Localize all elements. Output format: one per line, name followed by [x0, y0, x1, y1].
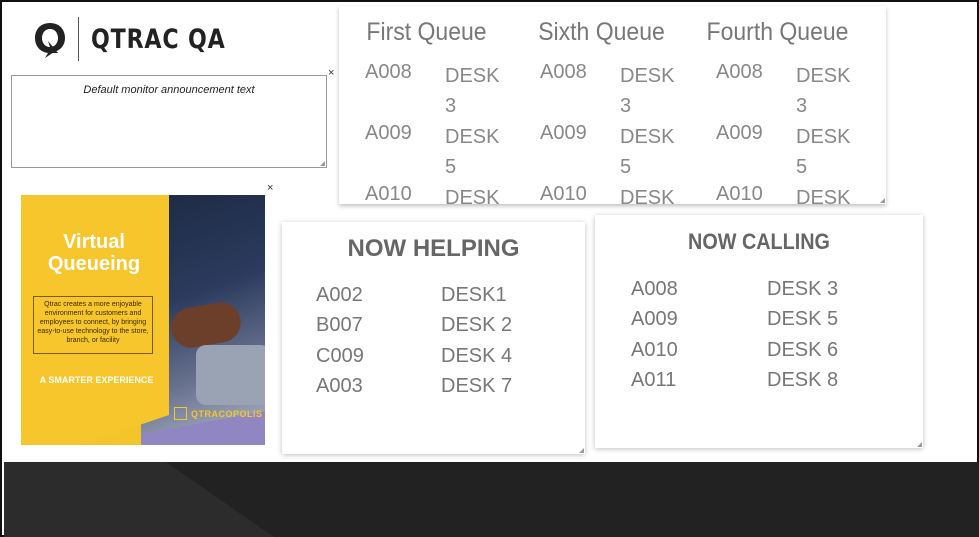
queue-row: A009 DESK 5 [339, 122, 514, 183]
monitor-screen: QTRAC QA Default monitor announcement te… [0, 0, 979, 537]
queue-row: A008 DESK 3 [339, 61, 514, 122]
queue-row: A010 DESK [514, 183, 689, 204]
queue-row: A010 DESK [690, 183, 865, 204]
ad-title-line2: Queueing [47, 253, 141, 275]
ad-body: Qtrac creates a more enjoyable environme… [33, 296, 153, 354]
ticket-number: A009 [540, 122, 587, 144]
resize-handle-icon[interactable] [917, 442, 922, 447]
ticket-number: A002 [316, 284, 363, 306]
queue-column: Sixth Queue A008 DESK 3 A009 DESK 5 A010 DE… [514, 6, 689, 204]
ticket-number: A003 [316, 375, 363, 397]
desk-label: DESK 5 [445, 126, 500, 178]
desk-label: DESK 7 [441, 375, 513, 397]
desk-label: DESK 6 [767, 339, 839, 361]
logo-divider [78, 17, 79, 61]
ticket-number: A010 [540, 183, 587, 204]
resize-handle-icon[interactable] [579, 448, 584, 453]
queue-column: First Queue A008 DESK 3 A009 DESK 5 A010 DE… [339, 6, 514, 204]
logo-text: QTRAC QA [91, 23, 226, 55]
ticket-number: C009 [316, 345, 364, 367]
logo: QTRAC QA [32, 16, 255, 62]
desk-label: DESK 8 [767, 369, 839, 391]
ticket-number: B007 [316, 314, 363, 336]
desk-label: DESK 3 [445, 65, 500, 117]
ad-photo-sleeve [196, 345, 265, 405]
ticket-number: A010 [631, 339, 678, 361]
desk-label: DESK 3 [796, 65, 851, 117]
desk-label: DESK 5 [767, 308, 839, 330]
ad-title-line1: Virtual [63, 231, 125, 253]
ad-title: Virtual Queueing [39, 231, 149, 275]
resize-handle-icon[interactable] [880, 198, 885, 203]
desk-label: DESK 3 [767, 278, 839, 300]
ticket-number: A009 [365, 122, 412, 144]
queue-row: A010 DESK [339, 183, 514, 204]
queue-row: A009 DESK 5 [690, 122, 865, 183]
ticket-number: A010 [365, 183, 412, 204]
ticket-number: A008 [631, 278, 678, 300]
now-helping-panel: NOW HELPING A002 DESK1 B007 DESK 2 C009 … [282, 222, 585, 454]
ticket-number: A008 [540, 61, 587, 83]
ticket-number: A008 [365, 61, 412, 83]
ticket-number: A009 [716, 122, 763, 144]
ad-close-icon[interactable]: × [267, 183, 273, 194]
queue-title: Fourth Queue [706, 18, 849, 46]
queue-row: A009 DESK 5 [514, 122, 689, 183]
queue-panel: First Queue A008 DESK 3 A009 DESK 5 A010 DE… [339, 6, 886, 204]
ticket-number: A010 [716, 183, 763, 204]
qtracopolis-icon [174, 407, 187, 420]
footer-shade [4, 462, 274, 537]
desk-label: DESK1 [441, 284, 507, 306]
desk-label: DESK [796, 187, 851, 204]
now-helping-title: NOW HELPING [347, 235, 520, 262]
queue-title: Sixth Queue [538, 18, 665, 46]
ticket-number: A011 [631, 369, 677, 391]
ad-tagline: A SMARTER EXPERIENCE [39, 375, 154, 385]
queue-column: Fourth Queue A008 DESK 3 A009 DESK 5 A010 D… [690, 6, 865, 204]
ticket-number: A009 [631, 308, 678, 330]
desk-label: DESK 2 [441, 314, 513, 336]
now-calling-title: NOW CALLING [688, 229, 830, 254]
desk-label: DESK [620, 187, 675, 204]
desk-label: DESK 3 [620, 65, 675, 117]
ad-banner[interactable]: Virtual Queueing Qtrac creates a more en… [21, 195, 265, 445]
now-calling-panel: NOW CALLING A008 DESK 3 A009 DESK 5 A010… [595, 215, 923, 448]
ad-brand: QTRACOPOLIS [191, 409, 263, 419]
desk-label: DESK 4 [441, 345, 513, 367]
qtrac-logo-icon [35, 23, 65, 58]
desk-label: DESK 5 [796, 126, 851, 178]
queue-title: First Queue [366, 18, 487, 46]
announcement-text: Default monitor announcement text [83, 84, 255, 96]
resize-handle-icon[interactable] [320, 161, 325, 166]
queue-row: A008 DESK 3 [690, 61, 865, 122]
announcement-close-icon[interactable]: × [328, 68, 334, 79]
desk-label: DESK [445, 187, 500, 204]
desk-label: DESK 5 [620, 126, 675, 178]
footer-band [4, 462, 979, 537]
queue-row: A008 DESK 3 [514, 61, 689, 122]
ticket-number: A008 [716, 61, 763, 83]
announcement-box[interactable]: Default monitor announcement text [11, 75, 327, 168]
